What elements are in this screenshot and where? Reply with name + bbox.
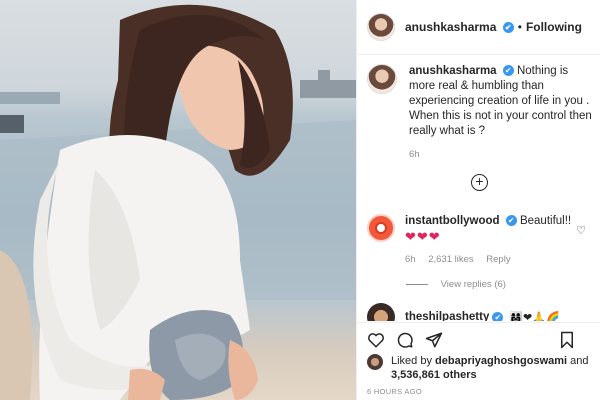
comment-emoji: 👩‍👩‍👧❤🙏🌈 <box>509 311 560 322</box>
post-timestamp[interactable]: 6 HOURS AGO <box>367 387 422 396</box>
post-photo[interactable] <box>0 0 356 400</box>
like-heart-icon[interactable] <box>367 331 385 349</box>
likes-summary: Liked by debapriyaghoshgoswami and 3,536… <box>367 354 595 382</box>
comment-likes[interactable]: 2,631 likes <box>428 254 473 265</box>
caption-author-name[interactable]: anushkasharma <box>409 65 497 77</box>
view-replies-line <box>406 283 428 285</box>
commenter-name[interactable]: theshilpashetty <box>405 311 489 321</box>
post-caption: anushkasharma ✔ Nothing is more real & h… <box>367 64 592 162</box>
action-bar <box>357 322 600 356</box>
comment-text: Beautiful!! <box>519 215 572 227</box>
author-username-text[interactable]: anushkasharma <box>405 20 496 34</box>
caption-time[interactable]: 6h <box>409 147 592 162</box>
post-header: anushkasharma ✔ • Following <box>357 0 600 55</box>
reply-button[interactable]: Reply <box>486 254 510 265</box>
photo-illustration <box>0 4 356 400</box>
liked-by-user[interactable]: debapriyaghoshgoswami <box>435 355 567 367</box>
comment-hearts: ❤❤❤ <box>405 229 441 244</box>
caption-author-avatar[interactable] <box>367 64 397 94</box>
comment-item: instantbollywood ✔ Beautiful!! ❤❤❤ 6h 2,… <box>367 214 592 267</box>
likes-text: Liked by debapriyaghoshgoswami and 3,536… <box>391 354 595 382</box>
liked-by-prefix: Liked by <box>391 355 432 367</box>
author-username[interactable]: anushkasharma ✔ <box>405 20 514 34</box>
instagram-post: anushkasharma ✔ • Following anushkasharm… <box>0 0 600 400</box>
following-button[interactable]: Following <box>526 20 582 34</box>
separator-dot: • <box>517 20 522 34</box>
comment-icon[interactable] <box>396 331 414 349</box>
verified-badge-icon: ✔ <box>505 215 517 227</box>
post-sidebar: anushkasharma ✔ • Following anushkasharm… <box>356 0 600 400</box>
comment-time[interactable]: 6h <box>405 254 416 265</box>
verified-badge-icon: ✔ <box>492 311 504 321</box>
commenter-name[interactable]: instantbollywood <box>405 215 500 227</box>
comment-meta: 6h 2,631 likes Reply <box>405 252 575 267</box>
liker-avatar[interactable] <box>367 354 383 370</box>
view-replies-link[interactable]: View replies (6) <box>406 279 506 290</box>
commenter-avatar[interactable] <box>367 303 395 321</box>
verified-badge-icon: ✔ <box>502 22 514 34</box>
view-replies-text[interactable]: View replies (6) <box>441 279 506 290</box>
comment-item: theshilpashetty ✔ 👩‍👩‍👧❤🙏🌈 <box>367 303 592 321</box>
commenter-avatar[interactable] <box>367 214 395 242</box>
load-more-comments-icon[interactable]: + <box>471 174 488 191</box>
author-avatar[interactable] <box>367 13 395 41</box>
comment-body: instantbollywood ✔ Beautiful!! ❤❤❤ 6h 2,… <box>405 214 575 267</box>
verified-badge-icon: ✔ <box>502 65 514 77</box>
caption-body: anushkasharma ✔ Nothing is more real & h… <box>409 64 592 162</box>
likes-count[interactable]: 3,536,861 others <box>391 369 477 381</box>
save-bookmark-icon[interactable] <box>558 331 576 349</box>
comment-like-heart-icon[interactable]: ♡ <box>576 224 586 237</box>
share-icon[interactable] <box>425 331 443 349</box>
liked-by-and: and <box>570 355 589 367</box>
